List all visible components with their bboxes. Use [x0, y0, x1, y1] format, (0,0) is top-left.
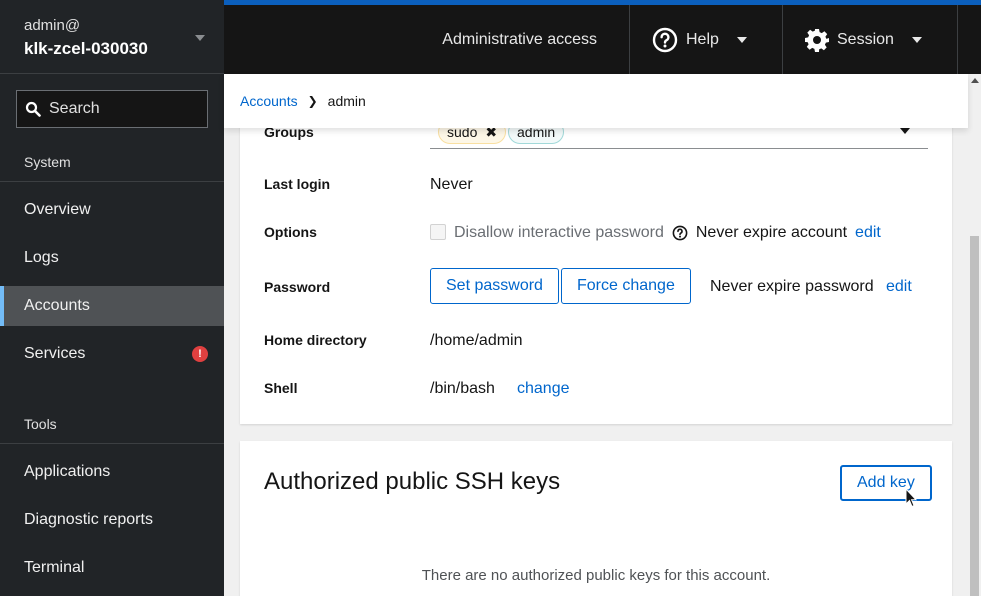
password-label: Password [264, 279, 331, 295]
shell-value: /bin/bash [430, 380, 495, 397]
edit-account-expiry-link[interactable]: edit [855, 224, 881, 242]
home-directory-label: Home directory [264, 332, 367, 348]
ssh-keys-card: Authorized public SSH keys Add key There… [240, 441, 952, 596]
change-shell-link[interactable]: change [517, 380, 570, 398]
sidebar-item-applications[interactable]: Applications [0, 452, 224, 492]
disallow-password-checkbox[interactable] [430, 224, 446, 240]
sidebar-item-label: Logs [24, 249, 59, 266]
account-details-card: Groups sudo ✖ admin Last login Never Opti… [240, 100, 952, 424]
host-switcher[interactable]: admin@ klk-zcel-030030 [0, 0, 224, 74]
sidebar-item-terminal[interactable]: Terminal [0, 548, 224, 588]
breadcrumb-current: admin [327, 93, 366, 109]
help-icon[interactable] [672, 225, 688, 241]
app-root: admin@ klk-zcel-030030 System Overview L… [0, 0, 981, 596]
edit-password-expiry-link[interactable]: edit [886, 278, 912, 296]
scroll-up-arrow-icon[interactable] [971, 78, 979, 83]
shell-label: Shell [264, 380, 298, 396]
search-icon [25, 101, 41, 117]
chevron-down-icon [911, 36, 922, 43]
last-login-value: Never [430, 176, 473, 193]
ssh-keys-title: Authorized public SSH keys [264, 468, 561, 495]
sidebar-item-label: Overview [24, 201, 91, 218]
mouse-cursor-icon [905, 488, 917, 508]
chevron-down-icon [736, 36, 747, 43]
error-badge-icon: ! [192, 346, 208, 362]
help-label: Help [686, 30, 719, 48]
breadcrumb-accounts-link[interactable]: Accounts [240, 93, 298, 109]
options-label: Options [264, 224, 317, 240]
options-row: Disallow interactive password Never expi… [454, 224, 881, 242]
host-user: admin@ [24, 17, 81, 34]
section-label-system: System [0, 142, 224, 182]
help-menu-button[interactable]: Help [629, 5, 782, 74]
scrollbar-thumb[interactable] [970, 236, 979, 596]
session-label: Session [837, 30, 894, 48]
sidebar-item-label: Diagnostic reports [24, 511, 153, 528]
session-menu-button[interactable]: Session [782, 5, 957, 74]
home-directory-value: /home/admin [430, 332, 523, 349]
never-expire-account: Never expire account [695, 224, 848, 241]
sidebar-item-logs[interactable]: Logs [0, 238, 224, 278]
breadcrumb: Accounts ❯ admin [224, 74, 968, 128]
force-change-button[interactable]: Force change [561, 268, 691, 304]
search-box[interactable] [16, 90, 208, 128]
sidebar-item-overview[interactable]: Overview [0, 190, 224, 230]
sidebar-item-label: Services [24, 345, 86, 362]
chevron-down-icon[interactable] [195, 35, 205, 41]
host-name: klk-zcel-030030 [24, 39, 148, 58]
ssh-keys-empty-message: There are no authorized public keys for … [421, 567, 771, 584]
never-expire-password: Never expire password [710, 278, 874, 295]
sidebar-item-label: Terminal [24, 559, 85, 576]
top-header: Administrative access Help Session [224, 0, 981, 74]
sidebar-item-label: Accounts [24, 297, 90, 314]
last-login-label: Last login [264, 176, 331, 192]
disallow-password-label: Disallow interactive password [454, 224, 664, 241]
sidebar: admin@ klk-zcel-030030 System Overview L… [0, 0, 224, 596]
search-input[interactable] [49, 100, 199, 118]
caret-down-icon[interactable] [900, 128, 910, 134]
admin-access-label: Administrative access [442, 30, 597, 48]
scrollbar[interactable] [968, 74, 981, 596]
section-label-tools: Tools [0, 404, 224, 444]
add-key-button[interactable]: Add key [840, 465, 932, 501]
gear-icon [805, 28, 829, 52]
sidebar-item-services[interactable]: Services ! [0, 334, 224, 374]
topbar-divider [957, 5, 981, 74]
sidebar-item-label: Applications [24, 463, 111, 480]
set-password-button[interactable]: Set password [430, 268, 559, 304]
administrative-access-button[interactable]: Administrative access [420, 5, 629, 74]
sidebar-item-diagnostic-reports[interactable]: Diagnostic reports [0, 500, 224, 540]
help-icon [652, 27, 678, 52]
chevron-right-icon: ❯ [307, 94, 318, 108]
sidebar-item-accounts[interactable]: Accounts [0, 286, 224, 326]
